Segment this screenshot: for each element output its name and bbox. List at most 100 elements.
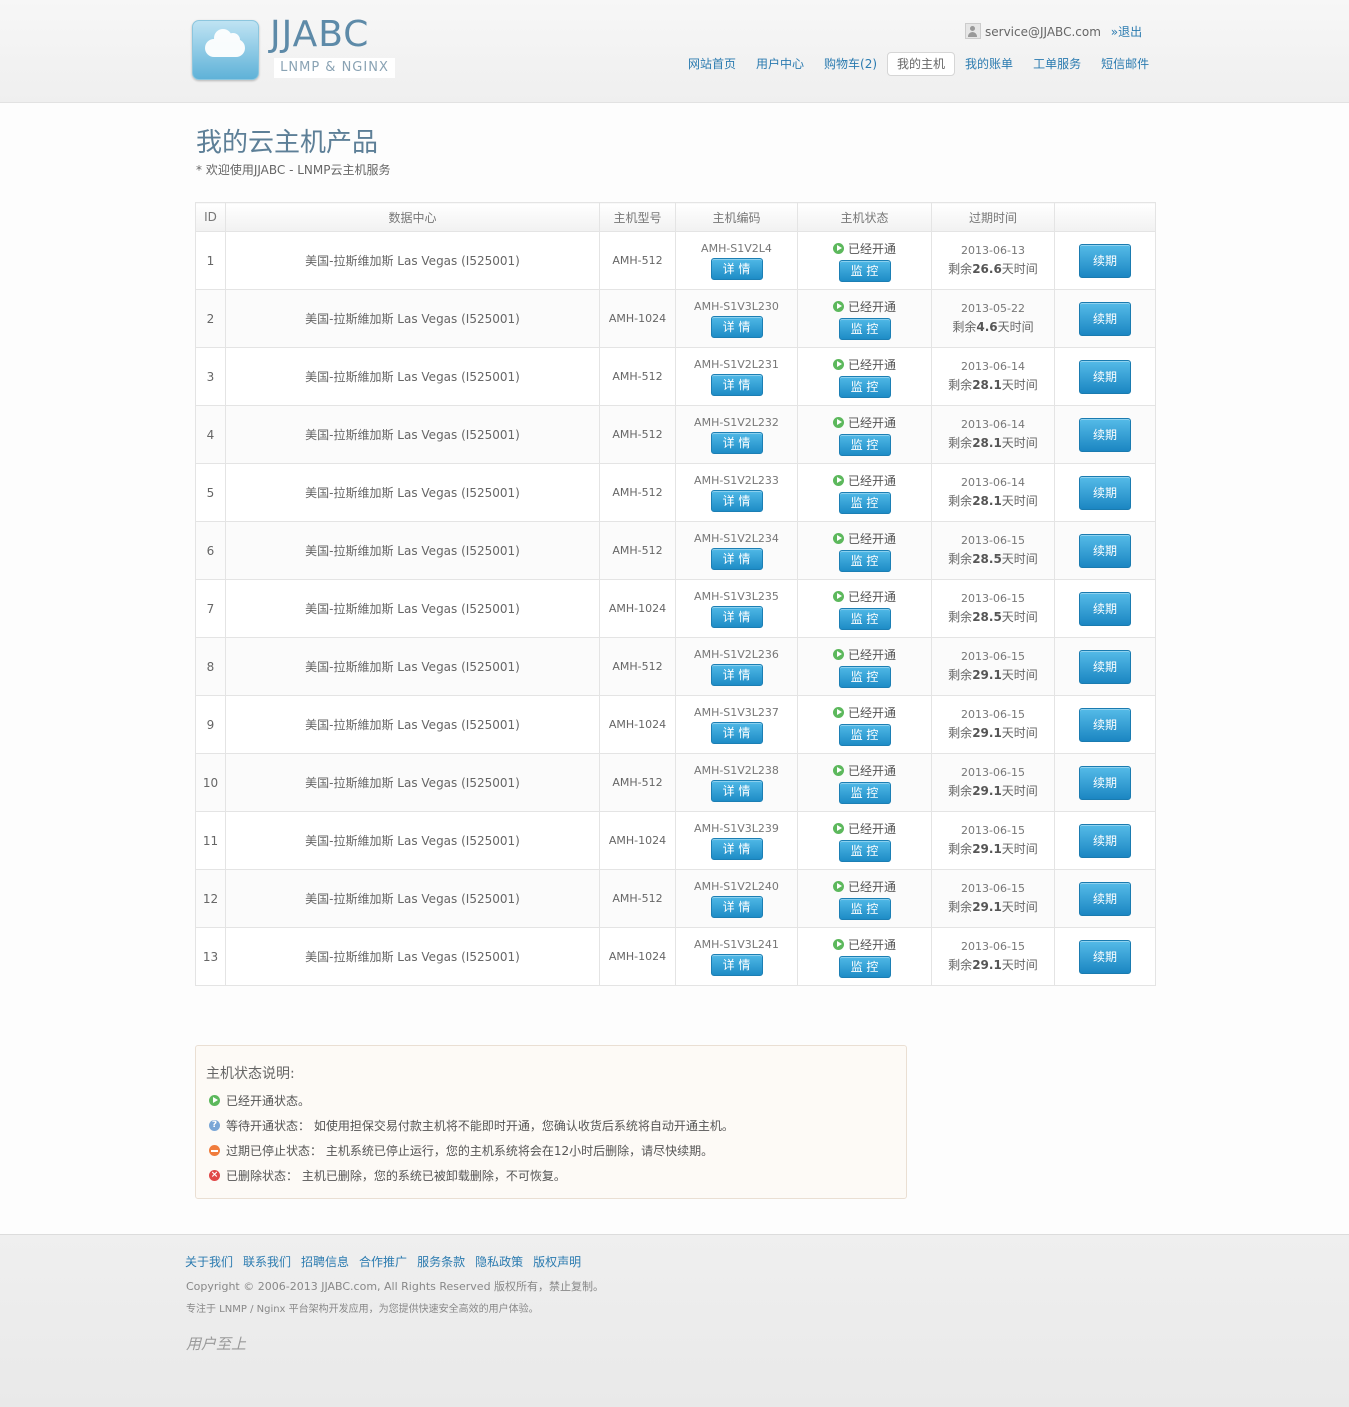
remain-days: 29.1 [972, 668, 1002, 682]
renew-button[interactable]: 续期 [1079, 707, 1131, 742]
detail-button[interactable]: 详 情 [710, 315, 763, 338]
renew-button[interactable]: 续期 [1079, 243, 1131, 278]
remain-suffix: 天时间 [1001, 784, 1038, 798]
nav-item[interactable]: 工单服务 [1023, 52, 1091, 76]
expire-date: 2013-06-15 [961, 940, 1025, 953]
cell-id: 12 [195, 869, 226, 928]
remaining-time: 剩余29.1天时间 [948, 724, 1038, 741]
monitor-button[interactable]: 监 控 [838, 781, 891, 804]
footer-link[interactable]: 联系我们 [243, 1255, 291, 1269]
nav-item[interactable]: 网站首页 [678, 52, 746, 76]
nav-item[interactable]: 购物车(2) [814, 52, 887, 76]
status-text: 已经开通 [847, 415, 896, 430]
cell-code: AMH-S1V2L4 详 情 [675, 231, 798, 290]
remaining-time: 剩余26.6天时间 [948, 260, 1038, 277]
status-line: 已经开通 [832, 240, 896, 257]
cell-model: AMH-512 [599, 521, 676, 580]
detail-button[interactable]: 详 情 [710, 895, 763, 918]
monitor-button[interactable]: 监 控 [838, 491, 891, 514]
logo-title[interactable]: JJABC [270, 14, 369, 55]
cell-model: AMH-512 [599, 463, 676, 522]
footer-link[interactable]: 关于我们 [185, 1255, 233, 1269]
detail-button[interactable]: 详 情 [710, 489, 763, 512]
renew-button[interactable]: 续期 [1079, 765, 1131, 800]
cell-id: 3 [195, 347, 226, 406]
footer-link[interactable]: 版权声明 [533, 1255, 581, 1269]
status-text: 已经开通 [847, 821, 896, 836]
footer-link[interactable]: 合作推广 [359, 1255, 407, 1269]
status-text: 已经开通 [847, 357, 896, 372]
play-circle-icon [832, 706, 844, 718]
cell-action: 续期 [1054, 405, 1156, 464]
renew-button[interactable]: 续期 [1079, 417, 1131, 452]
cell-action: 续期 [1054, 753, 1156, 812]
cell-action: 续期 [1054, 695, 1156, 754]
renew-button[interactable]: 续期 [1079, 359, 1131, 394]
renew-button[interactable]: 续期 [1079, 591, 1131, 626]
renew-button[interactable]: 续期 [1079, 533, 1131, 568]
nav-item[interactable]: 用户中心 [746, 52, 814, 76]
monitor-button[interactable]: 监 控 [838, 259, 891, 282]
footer-link[interactable]: 招聘信息 [301, 1255, 349, 1269]
status-text: 已经开通 [847, 531, 896, 546]
monitor-button[interactable]: 监 控 [838, 897, 891, 920]
detail-button[interactable]: 详 情 [710, 431, 763, 454]
host-code: AMH-S1V2L232 [694, 415, 779, 429]
table-row: 8 美国-拉斯維加斯 Las Vegas (I525001) AMH-512 AMH-… [195, 637, 1156, 696]
detail-button[interactable]: 详 情 [710, 779, 763, 802]
detail-button[interactable]: 详 情 [710, 837, 763, 860]
nav-item[interactable]: 我的主机 [887, 52, 956, 76]
detail-button[interactable]: 详 情 [710, 605, 763, 628]
monitor-button[interactable]: 监 控 [838, 433, 891, 456]
renew-button[interactable]: 续期 [1079, 881, 1131, 916]
logo-cloud-icon[interactable] [192, 20, 259, 80]
detail-button[interactable]: 详 情 [710, 663, 763, 686]
monitor-button[interactable]: 监 控 [838, 375, 891, 398]
detail-button[interactable]: 详 情 [710, 953, 763, 976]
footer-link[interactable]: 隐私政策 [475, 1255, 523, 1269]
cell-id: 2 [195, 289, 226, 348]
cell-code: AMH-S1V2L238 详 情 [675, 753, 798, 812]
table-row: 9 美国-拉斯維加斯 Las Vegas (I525001) AMH-1024 AMH… [195, 695, 1156, 754]
renew-button[interactable]: 续期 [1079, 475, 1131, 510]
detail-button[interactable]: 详 情 [710, 547, 763, 570]
table-row: 7 美国-拉斯維加斯 Las Vegas (I525001) AMH-1024 AMH… [195, 579, 1156, 638]
cell-id: 1 [195, 231, 226, 290]
renew-button[interactable]: 续期 [1079, 301, 1131, 336]
col-datacenter: 数据中心 [225, 202, 600, 232]
detail-button[interactable]: 详 情 [710, 257, 763, 280]
status-legend: 主机状态说明: 已经开通状态。 ? 等待开通状态： 如使用担保交易付款主机将不能… [195, 1045, 907, 1199]
monitor-button[interactable]: 监 控 [838, 549, 891, 572]
play-circle-icon [832, 474, 844, 486]
remain-suffix: 天时间 [1001, 552, 1038, 566]
host-code: AMH-S1V3L237 [694, 705, 779, 719]
cell-status: 已经开通监 控 [797, 869, 932, 928]
renew-button[interactable]: 续期 [1079, 823, 1131, 858]
nav-item[interactable]: 短信邮件 [1091, 52, 1159, 76]
logo-subtitle: LNMP & NGINX [274, 58, 395, 78]
monitor-button[interactable]: 监 控 [838, 665, 891, 688]
status-text: 已经开通 [847, 473, 896, 488]
nav-item[interactable]: 我的账单 [955, 52, 1023, 76]
status-text: 已经开通 [847, 299, 896, 314]
monitor-button[interactable]: 监 控 [838, 723, 891, 746]
monitor-button[interactable]: 监 控 [838, 317, 891, 340]
detail-button[interactable]: 详 情 [710, 721, 763, 744]
remain-suffix: 天时间 [1001, 900, 1038, 914]
renew-button[interactable]: 续期 [1079, 939, 1131, 974]
cell-code: AMH-S1V3L239 详 情 [675, 811, 798, 870]
monitor-button[interactable]: 监 控 [838, 607, 891, 630]
play-circle-icon [832, 590, 844, 602]
cell-action: 续期 [1054, 347, 1156, 406]
footer-link[interactable]: 服务条款 [417, 1255, 465, 1269]
detail-button[interactable]: 详 情 [710, 373, 763, 396]
table-row: 1 美国-拉斯维加斯 Las Vegas (I525001) AMH-512 AMH-… [195, 231, 1156, 290]
monitor-button[interactable]: 监 控 [838, 955, 891, 978]
cell-action: 续期 [1054, 579, 1156, 638]
cell-id: 9 [195, 695, 226, 754]
logout-link[interactable]: »退出 [1111, 25, 1142, 39]
play-circle-icon [832, 822, 844, 834]
renew-button[interactable]: 续期 [1079, 649, 1131, 684]
monitor-button[interactable]: 监 控 [838, 839, 891, 862]
remain-prefix: 剩余 [948, 784, 973, 798]
